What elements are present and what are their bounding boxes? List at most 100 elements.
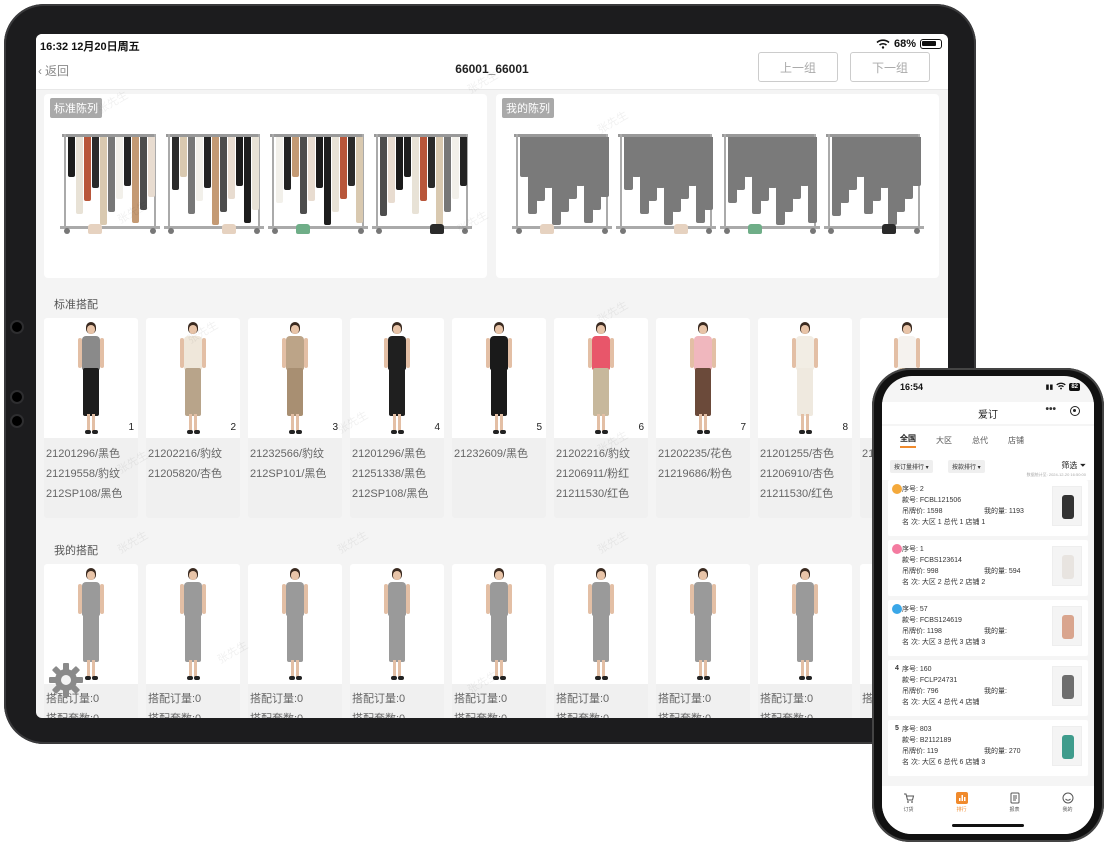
my-outfit-card[interactable]: 搭配订量:0 搭配套数:0 (554, 564, 648, 718)
model-bottom (491, 614, 507, 662)
my-outfit-card[interactable]: 搭配订量:0 搭配套数:0 (656, 564, 750, 718)
garment (292, 137, 299, 177)
outfit-code: 21205820/杏色 (148, 468, 222, 480)
ranking-row[interactable]: 序号: 1 款号: FCBS123614 吊牌价: 998 我的量: 594 名 次: … (888, 540, 1088, 596)
product-thumbnail[interactable] (1052, 606, 1082, 646)
phone-title-bar: 爱订 ••• (882, 402, 1094, 424)
scope-tab[interactable]: 总代 (972, 435, 988, 446)
standard-outfit-card[interactable]: 8 21201255/杏色 21206910/杏色 21211530/红色 (758, 318, 852, 518)
rack-wheel (914, 228, 920, 234)
model-photo (688, 322, 718, 438)
model-face (903, 325, 911, 334)
ranking-row[interactable]: 4 序号: 160 款号: FCLP24731 吊牌价: 796 我的量: 名 次: 大区… (888, 660, 1088, 716)
outfit-code: 21202235/花色 (658, 448, 732, 460)
phone-status-bar: 16:54 ▮▮ 82 (882, 376, 1094, 398)
my-outfit-card[interactable]: 搭配订量:0 搭配套数:0 (146, 564, 240, 718)
filter-button[interactable]: 筛选 ⏷ (1061, 460, 1086, 471)
my-match-label: 我的搭配 (54, 545, 98, 557)
handbag (674, 224, 688, 234)
tab-smile[interactable]: 我的 (1053, 792, 1083, 834)
sort-qty-dropdown[interactable]: 按订量排行 ▾ (890, 460, 933, 473)
model-photo (178, 568, 208, 684)
outfit-codes: 21202216/豹纹 21205820/杏色 (148, 444, 222, 484)
standard-outfit-card[interactable]: 6 21202216/豹纹 21206911/粉红 21211530/红色 (554, 318, 648, 518)
tab-label: 我的 (1062, 807, 1073, 813)
model-shoe (289, 676, 295, 680)
model-photo (382, 568, 412, 684)
outfit-order-qty: 搭配订量:0 (250, 693, 304, 705)
ranking-row[interactable]: 序号: 57 款号: FCBS124619 吊牌价: 1198 我的量: 名 次: 大区… (888, 600, 1088, 656)
garment (404, 137, 411, 177)
model-bottom (83, 614, 99, 662)
outfit-photo (146, 564, 240, 684)
standard-outfit-card[interactable]: 3 21232566/豹纹 212SP101/黑色 (248, 318, 342, 518)
standard-outfit-card[interactable]: 2 21202216/豹纹 21205820/杏色 (146, 318, 240, 518)
product-thumbnail[interactable] (1052, 486, 1082, 526)
model-bottom (185, 614, 201, 662)
outfit-set-count: 搭配套数:0 (556, 710, 609, 718)
model-shoe (391, 676, 397, 680)
garment (100, 137, 107, 225)
model-bottom (389, 368, 405, 416)
clothing-rack (510, 128, 614, 244)
item-code: 款号: B2112189 (902, 737, 952, 744)
next-group-button[interactable]: 下一组 (850, 52, 930, 82)
garment (912, 137, 921, 186)
model-photo (790, 568, 820, 684)
my-outfit-card[interactable]: 搭配订量:0 搭配套数:0 (758, 564, 852, 718)
gear-icon[interactable] (48, 662, 84, 698)
outfit-code: 21206911/粉红 (556, 468, 630, 480)
my-outfit-card[interactable]: 搭配订量:0 搭配套数:0 (248, 564, 342, 718)
my-outfits-list: 搭配订量:0搭配套数:0搭配订量:0搭配套数:0搭配订量:0搭配套数:0搭配订量… (44, 564, 948, 718)
my-outfit-card[interactable]: 搭配订量:0 搭配套数:0 (452, 564, 546, 718)
standard-outfit-card[interactable]: 5 21232609/黑色 (452, 318, 546, 518)
outfit-number: 5 (536, 422, 542, 433)
outfit-photo (350, 318, 444, 438)
target-icon[interactable] (1070, 406, 1080, 416)
model-face (801, 325, 809, 334)
prev-group-button[interactable]: 上一组 (758, 52, 838, 82)
garment (84, 137, 91, 201)
garment (92, 137, 99, 188)
medal-icon (892, 604, 902, 614)
outfit-codes: 21201296/黑色 21219558/豹纹 212SP108/黑色 (46, 444, 122, 504)
signal-icon: ▮▮ (1045, 384, 1054, 391)
scope-tab[interactable]: 大区 (936, 435, 952, 446)
scope-tab[interactable]: 全国 (900, 433, 916, 448)
medal-icon (892, 484, 902, 494)
more-icon[interactable]: ••• (1045, 404, 1056, 415)
standard-outfit-card[interactable]: 4 21201296/黑色 21251338/黑色 212SP108/黑色 (350, 318, 444, 518)
model-face (699, 571, 707, 580)
model-arm (508, 584, 512, 614)
rack-wheel (168, 228, 174, 234)
garment (452, 137, 459, 199)
model-face (495, 325, 503, 334)
standard-outfit-card[interactable]: 7 21202235/花色 21219686/粉色 (656, 318, 750, 518)
product-thumbnail[interactable] (1052, 726, 1082, 766)
product-thumbnail[interactable] (1052, 546, 1082, 586)
outfit-order-qty: 搭配订量:0 (760, 693, 814, 705)
phone-device: 16:54 ▮▮ 82 爱订 ••• 全国 大区 总代 店铺 按订量排行 ▾ 按款排行… (872, 368, 1104, 842)
tab-cart[interactable]: 订货 (894, 792, 924, 834)
item-price: 吊牌价: 119 (902, 748, 939, 755)
wifi-icon (876, 39, 890, 49)
sort-style-dropdown[interactable]: 按款排行 ▾ (948, 460, 985, 473)
garment (172, 137, 179, 190)
my-outfit-card[interactable]: 搭配订量:0 搭配套数:0 (350, 564, 444, 718)
tab-report[interactable]: 报表 (1000, 792, 1030, 834)
scope-tab[interactable]: 店铺 (1008, 435, 1024, 446)
model-shoe (697, 676, 703, 680)
item-my-qty: 我的量: 594 (984, 568, 1021, 575)
rack-wheel (602, 228, 608, 234)
model-photo (790, 322, 820, 438)
item-code: 款号: FCBL121506 (902, 497, 962, 504)
tab-chart[interactable]: 排行 (947, 792, 977, 834)
garment (244, 137, 251, 223)
model-photo (178, 322, 208, 438)
ranking-row[interactable]: 序号: 2 款号: FCBL121506 吊牌价: 1598 我的量: 1193 名 次… (888, 480, 1088, 536)
standard-outfit-card[interactable]: 1 21201296/黑色 21219558/豹纹 212SP108/黑色 (44, 318, 138, 518)
model-face (495, 571, 503, 580)
product-thumbnail[interactable] (1052, 666, 1082, 706)
ranking-row[interactable]: 5 序号: 803 款号: B2112189 吊牌价: 119 我的量: 270 名 次:… (888, 720, 1088, 776)
rack-leg (724, 134, 726, 228)
